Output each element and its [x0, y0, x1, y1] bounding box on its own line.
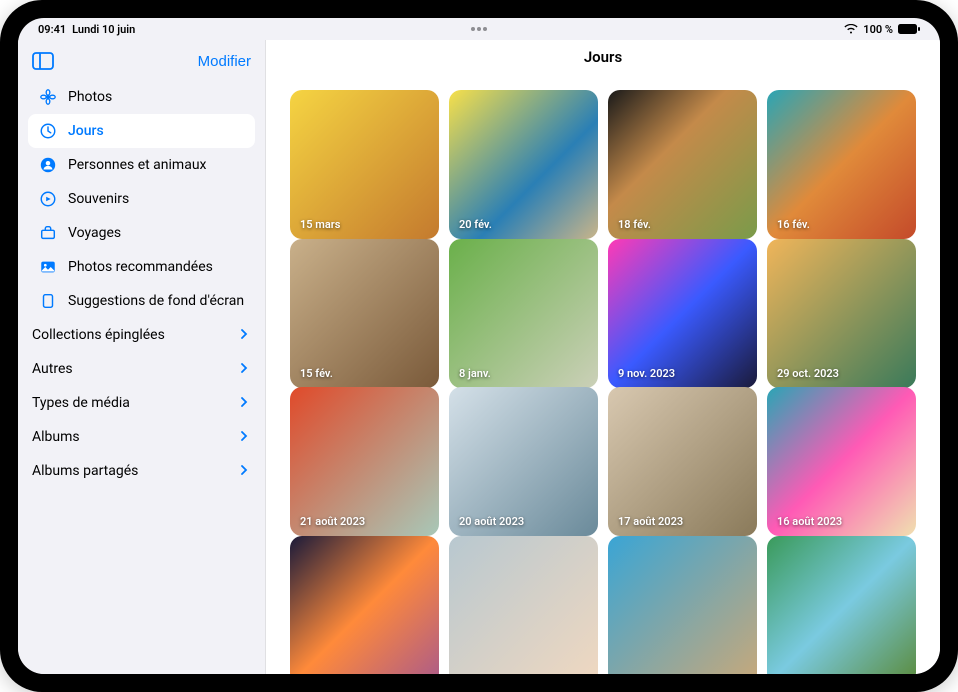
sidebar-section-label: Types de média [32, 395, 130, 411]
chevron-right-icon [239, 327, 249, 343]
sidebar-item-voyages[interactable]: Voyages [28, 216, 255, 250]
chevron-right-icon [239, 429, 249, 445]
content-area: Modifier Photos Jours [18, 40, 940, 674]
status-bar: 09:41 Lundi 10 juin 100 % [18, 18, 940, 40]
sidebar-item-label: Voyages [68, 225, 121, 241]
status-time: 09:41 [38, 23, 66, 36]
battery-icon [898, 24, 920, 34]
sidebar-section-label: Albums [32, 429, 80, 445]
tile-date-label: 29 oct. 2023 [777, 367, 839, 380]
sidebar-item-label: Photos [68, 89, 112, 105]
day-tile[interactable]: 15 mars [290, 90, 439, 239]
tile-date-label: 15 mars [300, 218, 340, 231]
sidebar-section-autres[interactable]: Autres [28, 352, 255, 386]
tile-date-label: 16 fév. [777, 218, 810, 231]
sidebar-section-label: Albums partagés [32, 463, 138, 479]
day-tile[interactable] [290, 536, 439, 675]
tile-date-label: 16 août 2023 [777, 515, 842, 528]
chevron-right-icon [239, 463, 249, 479]
ipad-device-frame: 09:41 Lundi 10 juin 100 % [0, 0, 958, 692]
day-tile[interactable]: 15 fév. [290, 239, 439, 388]
edit-button[interactable]: Modifier [198, 53, 251, 70]
day-tile[interactable]: 9 nov. 2023 [608, 239, 757, 388]
day-tile[interactable]: 16 fév. [767, 90, 916, 239]
status-left: 09:41 Lundi 10 juin [38, 23, 135, 36]
main-content: Jours 15 mars 20 fév. 18 fév. 16 fév. 15… [266, 40, 940, 674]
suitcase-icon [38, 223, 58, 243]
sidebar-section-label: Autres [32, 361, 73, 377]
sidebar-item-photos[interactable]: Photos [28, 80, 255, 114]
chevron-right-icon [239, 395, 249, 411]
sidebar-section-albums[interactable]: Albums [28, 420, 255, 454]
battery-pct-label: 100 % [863, 23, 893, 36]
sidebar-item-jours[interactable]: Jours [28, 114, 255, 148]
tile-date-label: 8 janv. [459, 367, 491, 380]
multitask-dots[interactable] [471, 27, 487, 31]
sidebar-item-souvenirs[interactable]: Souvenirs [28, 182, 255, 216]
tile-date-label: 20 fév. [459, 218, 492, 231]
day-tile[interactable] [608, 536, 757, 675]
sidebar-item-label: Souvenirs [68, 191, 129, 207]
sidebar-item-recommandees[interactable]: Photos recommandées [28, 250, 255, 284]
tile-date-label: 9 nov. 2023 [618, 367, 675, 380]
sidebar-item-personnes[interactable]: Personnes et animaux [28, 148, 255, 182]
sidebar: Modifier Photos Jours [18, 40, 266, 674]
chevron-right-icon [239, 361, 249, 377]
status-right: 100 % [844, 23, 920, 36]
sidebar-item-label: Personnes et animaux [68, 157, 207, 173]
sidebar-toggle-icon[interactable] [32, 52, 54, 70]
flower-icon [38, 87, 58, 107]
tile-date-label: 21 août 2023 [300, 515, 365, 528]
photo-icon [38, 257, 58, 277]
sidebar-section-types-media[interactable]: Types de média [28, 386, 255, 420]
sidebar-section-label: Collections épinglées [32, 327, 165, 343]
status-date: Lundi 10 juin [72, 23, 135, 36]
day-tile[interactable]: 29 oct. 2023 [767, 239, 916, 388]
day-tile[interactable]: 21 août 2023 [290, 387, 439, 536]
main-title: Jours [266, 40, 940, 72]
sidebar-item-label: Suggestions de fond d'écran [68, 293, 244, 309]
sidebar-section-albums-partages[interactable]: Albums partagés [28, 454, 255, 488]
day-tile[interactable]: 17 août 2023 [608, 387, 757, 536]
sidebar-item-label: Photos recommandées [68, 259, 213, 275]
sidebar-item-fond-ecran[interactable]: Suggestions de fond d'écran [28, 284, 255, 318]
day-tile[interactable]: 20 août 2023 [449, 387, 598, 536]
memories-icon [38, 189, 58, 209]
tile-date-label: 15 fév. [300, 367, 333, 380]
sidebar-item-label: Jours [68, 123, 104, 139]
wifi-icon [844, 24, 858, 34]
days-grid[interactable]: 15 mars 20 fév. 18 fév. 16 fév. 15 fév. … [266, 72, 940, 674]
screen: 09:41 Lundi 10 juin 100 % [18, 18, 940, 674]
tile-date-label: 20 août 2023 [459, 515, 524, 528]
rectangle-icon [38, 291, 58, 311]
clock-icon [38, 121, 58, 141]
day-tile[interactable] [449, 536, 598, 675]
day-tile[interactable]: 20 fév. [449, 90, 598, 239]
tile-date-label: 18 fév. [618, 218, 651, 231]
sidebar-header: Modifier [28, 46, 255, 80]
day-tile[interactable]: 8 janv. [449, 239, 598, 388]
person-icon [38, 155, 58, 175]
day-tile[interactable]: 16 août 2023 [767, 387, 916, 536]
sidebar-section-collections[interactable]: Collections épinglées [28, 318, 255, 352]
day-tile[interactable] [767, 536, 916, 675]
tile-date-label: 17 août 2023 [618, 515, 683, 528]
day-tile[interactable]: 18 fév. [608, 90, 757, 239]
